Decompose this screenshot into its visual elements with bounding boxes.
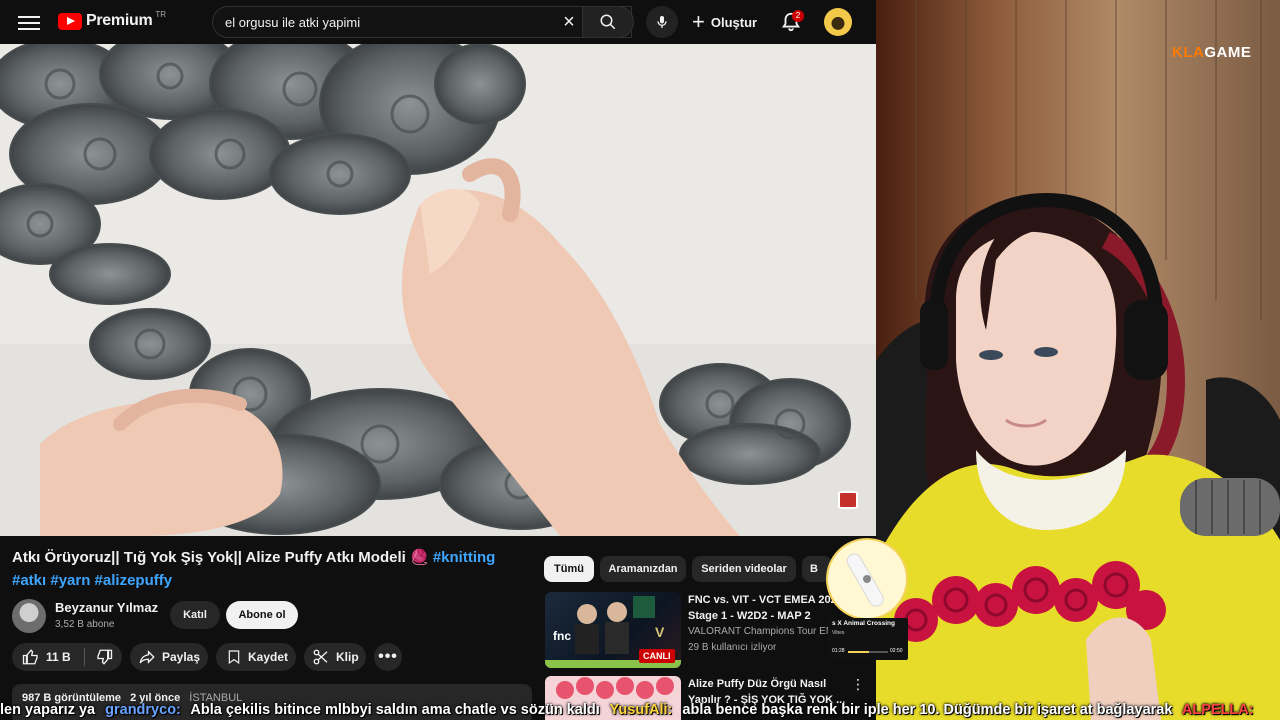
live-badge: CANLI — [639, 649, 675, 663]
track-progress-fill — [848, 651, 869, 653]
more-horizontal-icon: ••• — [378, 648, 398, 665]
video-title: Atkı Örüyoruz|| Tığ Yok Şiş Yok|| Alize … — [12, 546, 532, 592]
webcam-feed — [876, 0, 1280, 720]
chat-message-text: Abla çekilis bitince mlbbyi saldın ama c… — [190, 702, 600, 718]
track-progress-bar — [848, 651, 888, 653]
chat-message-text: abla bence başka renk bir iple her 10. D… — [682, 702, 1173, 718]
svg-text:fnc: fnc — [553, 629, 571, 643]
youtube-logo[interactable]: Premium TR — [58, 9, 167, 30]
vinyl-art — [846, 553, 884, 607]
chip-series-videos[interactable]: Seriden videolar — [692, 556, 796, 582]
subscribe-button[interactable]: Abone ol — [226, 601, 298, 629]
save-label: Kaydet — [248, 650, 289, 664]
recommendation-meta: 29 B kullanıcı izliyor — [688, 642, 777, 653]
like-dislike-group: 11 B — [12, 643, 122, 671]
dislike-button[interactable] — [85, 643, 122, 671]
chat-message-text: len yaparız ya — [0, 702, 96, 718]
voice-search-button[interactable] — [646, 6, 678, 38]
chat-username: ALPELLA: — [1181, 702, 1254, 718]
more-vertical-icon[interactable]: ⋮ — [851, 676, 865, 692]
channel-name[interactable]: Beyzanur Yılmaz — [55, 600, 158, 615]
youtube-play-icon — [58, 12, 82, 30]
share-button[interactable]: Paylaş — [130, 643, 208, 671]
video-frame — [0, 44, 876, 536]
like-count: 11 B — [46, 650, 71, 664]
record-disc-icon — [828, 540, 906, 618]
share-icon — [139, 650, 155, 664]
chat-username: YusufAli: — [609, 702, 673, 718]
plus-icon: + — [692, 9, 705, 34]
join-button[interactable]: Katıl — [170, 601, 220, 629]
clear-icon[interactable]: × — [559, 12, 579, 32]
track-elapsed: 01:28 — [832, 648, 845, 654]
hashtag-link[interactable]: #knitting — [433, 549, 496, 566]
notification-count-badge: 2 — [792, 10, 804, 22]
microphone-icon — [657, 16, 667, 28]
now-playing-panel: s X Animal Crossing Vibes 01:28 02:50 — [828, 618, 908, 660]
youtube-watermark-icon — [838, 491, 858, 509]
topbar: Premium TR × + Oluştur 2 — [0, 0, 876, 44]
create-label: Oluştur — [710, 14, 758, 30]
brand-part-b: GAME — [1204, 44, 1252, 61]
recommendation-channel: VALORANT Champions Tour EM — [688, 626, 835, 637]
hashtag-links[interactable]: #atkı #yarn #alizepuffy — [12, 572, 172, 589]
search-button[interactable] — [582, 6, 634, 38]
screen: Premium TR × + Oluştur 2 — [0, 0, 1280, 720]
search-icon — [600, 14, 616, 30]
logo-text: Premium — [86, 12, 153, 29]
subscriber-count: 3,52 B abone — [55, 619, 115, 630]
brand-part-a: KLA — [1172, 44, 1205, 61]
channel-avatar[interactable] — [12, 599, 46, 633]
share-label: Paylaş — [162, 650, 201, 664]
thumbs-down-icon — [96, 649, 112, 665]
like-button[interactable]: 11 B — [12, 643, 84, 671]
create-button[interactable]: + Oluştur — [692, 8, 757, 36]
webcam-pane: KLAGAME — [876, 0, 1280, 720]
recommendation-item[interactable]: fnc V CANLI FNC vs. VIT - VCT EMEA 2025 … — [545, 592, 875, 668]
chip-all[interactable]: Tümü — [544, 556, 594, 582]
video-title-text: Atkı Örüyoruz|| Tığ Yok Şiş Yok|| Alize … — [12, 549, 429, 566]
search-input[interactable] — [225, 7, 555, 37]
track-subtitle: Vibes — [832, 630, 845, 636]
track-title: s X Animal Crossing — [832, 620, 895, 627]
chat-username: grandryco: — [105, 702, 181, 718]
now-playing-widget: s X Animal Crossing Vibes 01:28 02:50 — [828, 540, 908, 660]
search-box: × — [212, 6, 632, 38]
chip-from-search[interactable]: Aramanızdan — [600, 556, 686, 582]
account-avatar[interactable] — [824, 8, 852, 36]
recommendation-thumbnail: fnc V CANLI — [545, 592, 681, 668]
clip-label: Klip — [336, 650, 359, 664]
region-code: TR — [155, 9, 167, 19]
youtube-pane: Premium TR × + Oluştur 2 — [0, 0, 876, 720]
video-player[interactable] — [0, 44, 876, 536]
menu-icon[interactable] — [18, 12, 40, 32]
notifications-button[interactable]: 2 — [778, 8, 806, 36]
more-actions-button[interactable]: ••• — [374, 643, 402, 671]
stream-brand-logo: KLAGAME — [1172, 44, 1251, 61]
scissors-icon — [313, 649, 328, 665]
save-button[interactable]: Kaydet — [216, 643, 296, 671]
chat-ticker: len yaparız ya grandryco: Abla çekilis b… — [0, 700, 1280, 720]
clip-button[interactable]: Klip — [304, 643, 366, 671]
track-duration: 02:50 — [890, 648, 903, 654]
bookmark-icon — [228, 650, 240, 665]
thumbs-up-icon — [22, 649, 38, 665]
recommendation-title: FNC vs. VIT - VCT EMEA 2025 Stage 1 - W2… — [688, 594, 843, 622]
svg-text:V: V — [655, 624, 665, 640]
